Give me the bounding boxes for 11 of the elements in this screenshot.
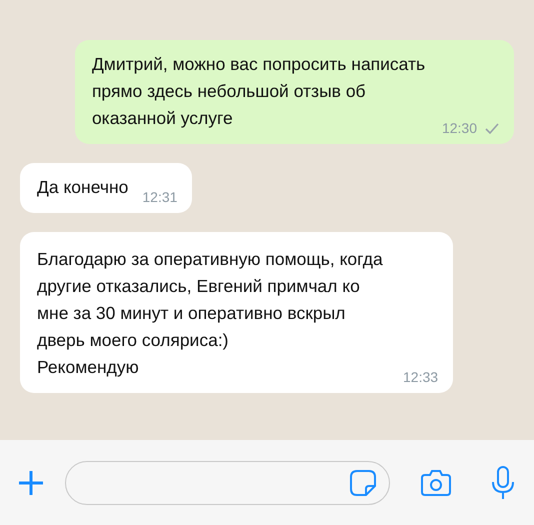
message-time: 12:33 xyxy=(403,369,438,385)
sticker-icon[interactable] xyxy=(349,468,377,496)
plus-icon[interactable] xyxy=(17,468,45,496)
message-input[interactable] xyxy=(65,460,390,504)
camera-icon[interactable] xyxy=(420,468,452,496)
message-text: Да конечно xyxy=(37,176,128,199)
message-text: Благодарю за оперативную помощь, когда другие отказались, Евгений примчал ко мне за 30 минут и оперативно вскрыл дверь моего соляриса:) Рекомендую xyxy=(37,248,384,379)
message-text: Дмитрий, можно вас попросить написать прямо здесь небольшой отзыв об оказанной услуге xyxy=(92,53,426,130)
message-time: 12:30 xyxy=(442,120,477,136)
microphone-icon[interactable] xyxy=(490,466,516,500)
message-time: 12:31 xyxy=(142,189,178,205)
